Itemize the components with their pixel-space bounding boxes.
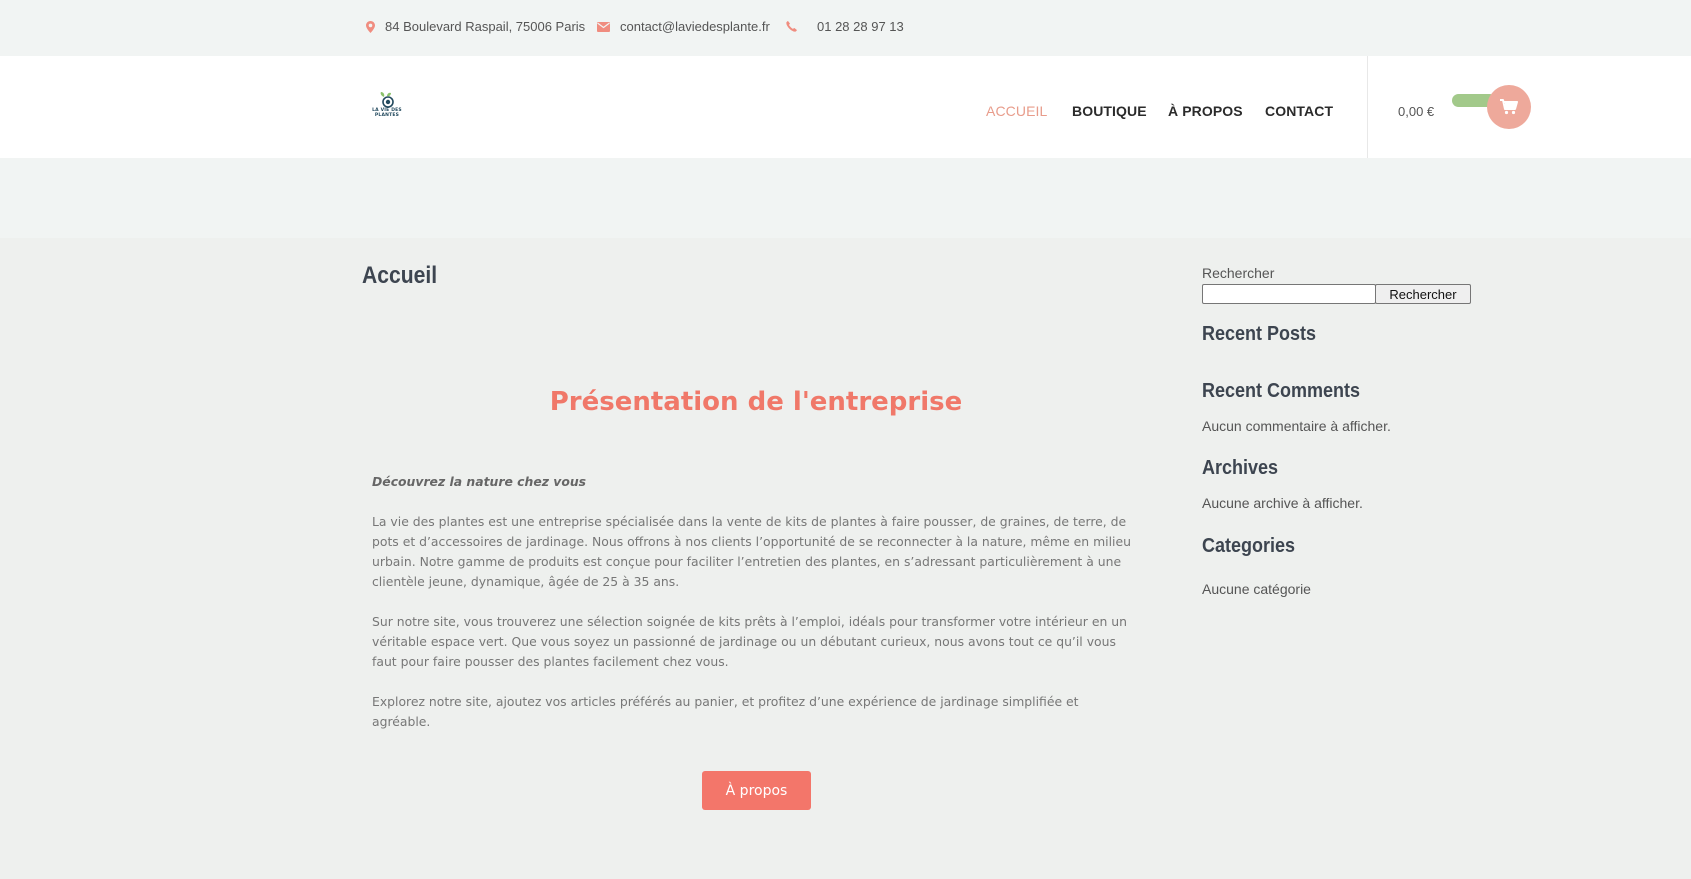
- hero-band: [0, 158, 1691, 238]
- site-logo[interactable]: LA VIE DES PLANTES: [372, 92, 402, 126]
- header-divider: [1367, 56, 1368, 158]
- shopping-cart-icon: [1500, 99, 1518, 115]
- logo-text: LA VIE DES PLANTES: [372, 108, 402, 118]
- search-label: Rechercher: [1202, 265, 1275, 281]
- archives-title: Archives: [1202, 457, 1279, 479]
- nav-item-boutique[interactable]: BOUTIQUE: [1072, 103, 1147, 119]
- categories-empty: Aucune catégorie: [1202, 581, 1311, 597]
- search-input[interactable]: [1202, 284, 1376, 304]
- cart-button[interactable]: [1487, 85, 1531, 129]
- recent-posts-title: Recent Posts: [1202, 323, 1317, 345]
- site-header: LA VIE DES PLANTES ACCUEIL BOUTIQUE À PR…: [0, 56, 1691, 158]
- article-content: Découvrez la nature chez vous La vie des…: [372, 472, 1140, 752]
- address-item: 84 Boulevard Raspail, 75006 Paris: [366, 19, 585, 34]
- paragraph: Explorez notre site, ajoutez vos article…: [372, 694, 1079, 729]
- cart-total[interactable]: 0,00 €: [1398, 104, 1434, 119]
- recent-comments-title: Recent Comments: [1202, 380, 1361, 402]
- map-pin-icon: [366, 20, 375, 33]
- paragraph: La vie des plantes est une entreprise sp…: [372, 514, 1131, 589]
- archives-empty: Aucune archive à afficher.: [1202, 495, 1363, 511]
- page-title: Accueil: [362, 262, 438, 289]
- recent-comments-empty: Aucun commentaire à afficher.: [1202, 418, 1391, 434]
- lead-text: Découvrez la nature chez vous: [372, 474, 587, 489]
- nav-item-contact[interactable]: CONTACT: [1265, 103, 1333, 119]
- plant-logo-icon: [380, 92, 394, 108]
- section-heading: Présentation de l'entreprise: [549, 387, 963, 417]
- contact-bar: 84 Boulevard Raspail, 75006 Paris contac…: [0, 0, 1691, 56]
- phone-item[interactable]: 01 28 28 97 13: [786, 19, 904, 34]
- nav-item-a-propos[interactable]: À PROPOS: [1168, 103, 1243, 119]
- phone-link[interactable]: 01 28 28 97 13: [817, 19, 904, 34]
- envelope-icon: [597, 21, 610, 32]
- nav-item-accueil[interactable]: ACCUEIL: [986, 103, 1047, 119]
- phone-icon: [786, 21, 797, 32]
- email-link[interactable]: contact@laviedesplante.fr: [620, 19, 770, 34]
- categories-title: Categories: [1202, 535, 1296, 557]
- email-item[interactable]: contact@laviedesplante.fr: [597, 19, 770, 34]
- paragraph: Sur notre site, vous trouverez une sélec…: [372, 614, 1127, 669]
- address-text: 84 Boulevard Raspail, 75006 Paris: [385, 19, 586, 34]
- a-propos-button[interactable]: À propos: [702, 771, 811, 810]
- search-button[interactable]: Rechercher: [1375, 284, 1471, 304]
